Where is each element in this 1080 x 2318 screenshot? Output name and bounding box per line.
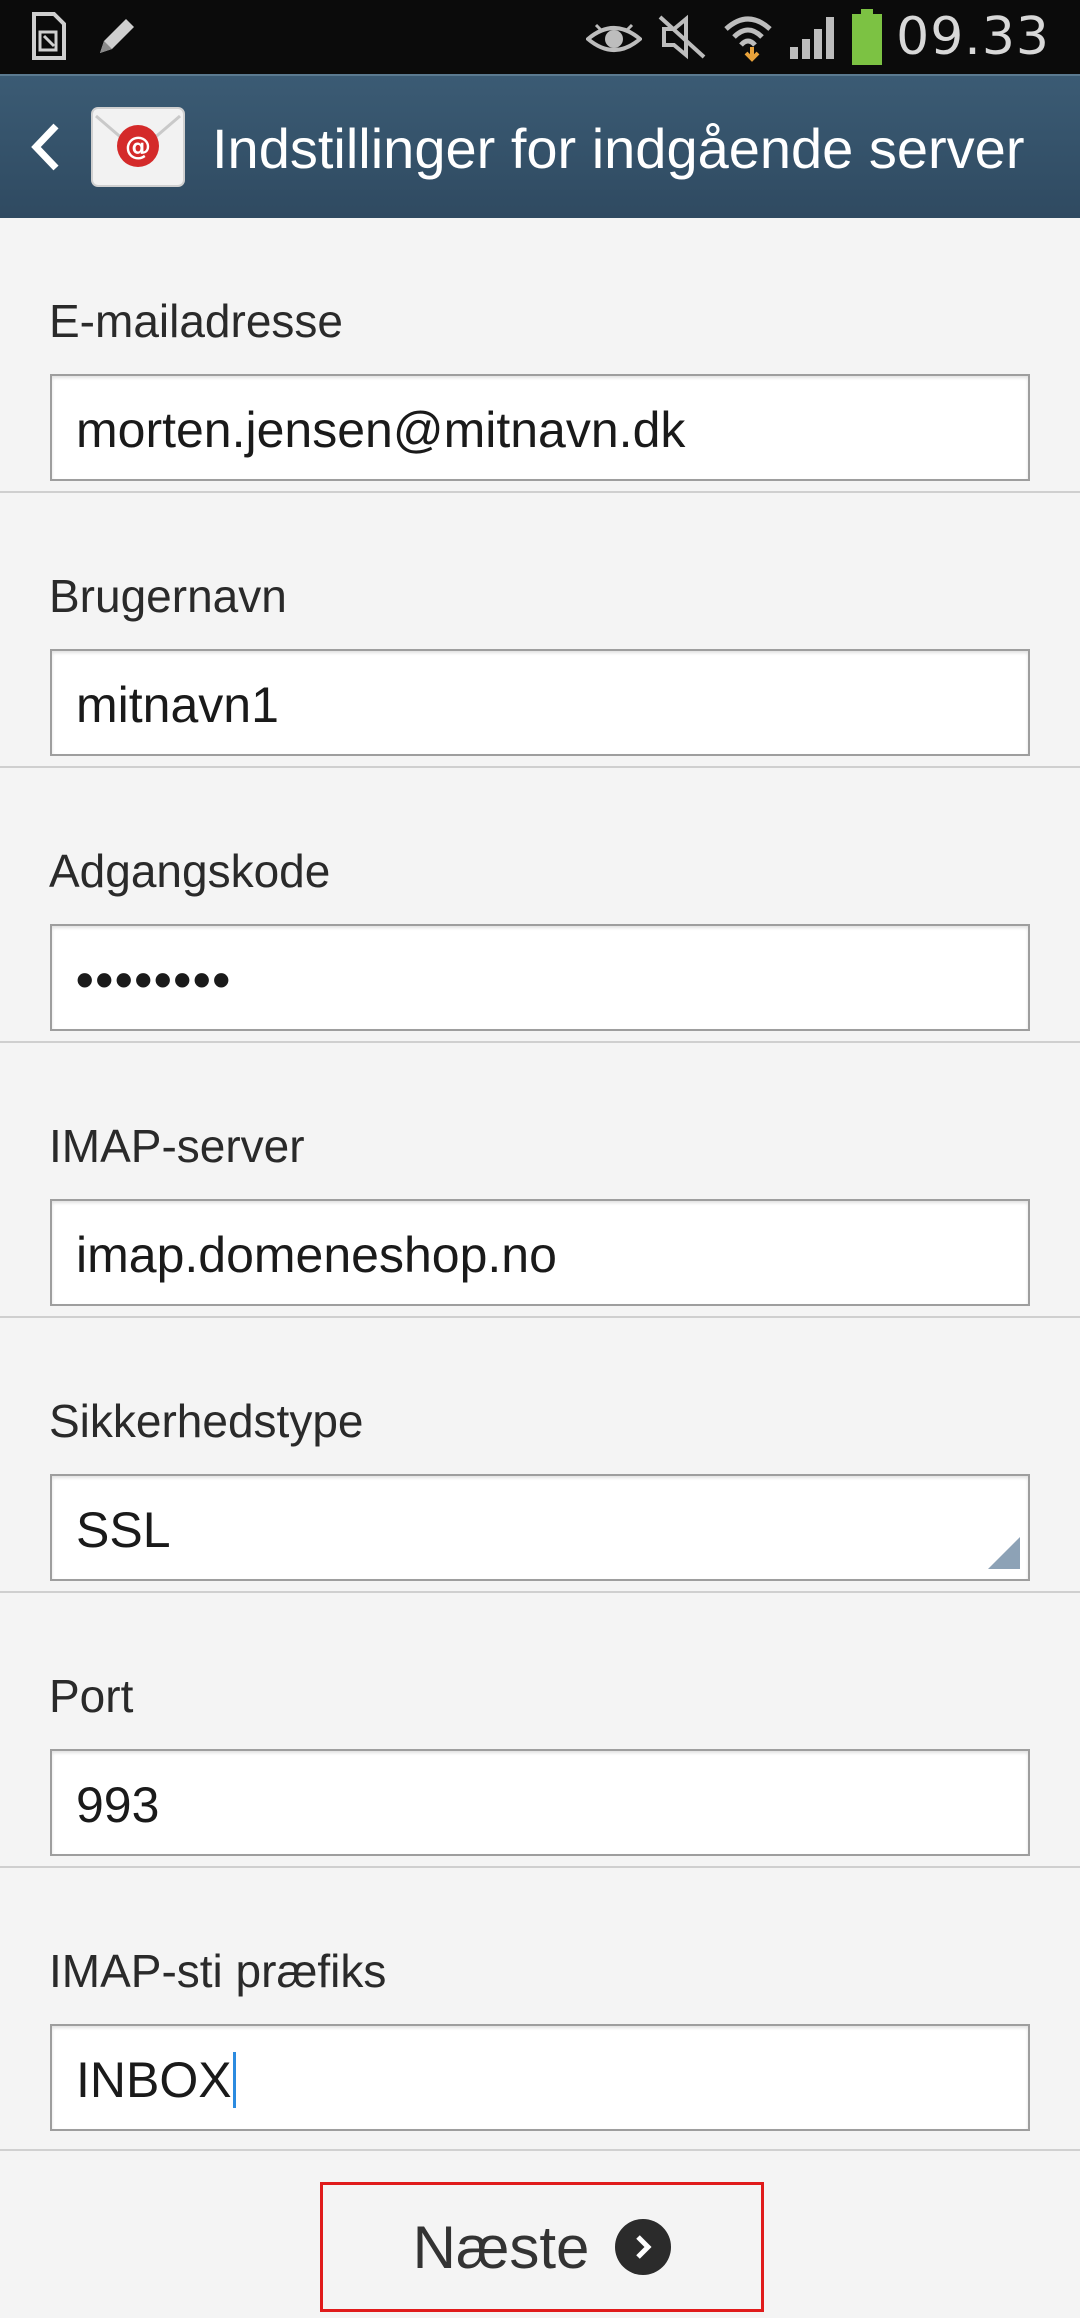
next-button[interactable]: Næste: [320, 2182, 764, 2312]
eye-icon: [586, 23, 643, 52]
password-field-group: Adgangskode ••••••••: [0, 768, 1080, 1043]
signal-icon: [790, 17, 835, 59]
username-label: Brugernavn: [49, 570, 287, 622]
imap-server-field-group: IMAP-server imap.domeneshop.no: [0, 1043, 1080, 1318]
incoming-server-form: E-mailadresse morten.jensen@mitnavn.dk B…: [0, 218, 1080, 2151]
security-type-select[interactable]: SSL: [50, 1474, 1030, 1581]
action-bar: @ Indstillinger for indgående server: [0, 74, 1080, 218]
screen-title: Indstillinger for indgående server: [212, 117, 1025, 180]
username-field-group: Brugernavn mitnavn1: [0, 493, 1080, 768]
port-value: 993: [76, 1777, 160, 1833]
system-icons: 09.33: [586, 0, 1050, 74]
password-value: ••••••••: [76, 952, 233, 1008]
text-cursor: [232, 2052, 236, 2108]
port-field[interactable]: 993: [50, 1749, 1030, 1856]
email-field[interactable]: morten.jensen@mitnavn.dk: [50, 374, 1030, 481]
status-time: 09.33: [896, 7, 1050, 67]
sim-card-icon: [32, 12, 66, 60]
chevron-left-icon[interactable]: [28, 122, 62, 172]
wifi-icon: [724, 16, 772, 62]
email-app-icon[interactable]: @: [90, 106, 186, 188]
email-value: morten.jensen@mitnavn.dk: [76, 402, 686, 458]
imap-path-prefix-value: INBOX: [76, 2052, 236, 2108]
password-field[interactable]: ••••••••: [50, 924, 1030, 1031]
imap-server-value: imap.domeneshop.no: [76, 1227, 557, 1283]
status-bar: 09.33: [0, 0, 1080, 74]
security-type-value: SSL: [76, 1502, 171, 1558]
imap-server-label: IMAP-server: [49, 1120, 305, 1172]
username-value: mitnavn1: [76, 677, 279, 733]
username-field[interactable]: mitnavn1: [50, 649, 1030, 756]
mute-icon: [658, 14, 706, 60]
port-label: Port: [49, 1670, 134, 1722]
security-type-label: Sikkerhedstype: [49, 1395, 364, 1447]
email-label: E-mailadresse: [49, 295, 343, 347]
dropdown-corner-icon: [988, 1537, 1020, 1569]
security-type-field-group: Sikkerhedstype SSL: [0, 1318, 1080, 1593]
imap-path-prefix-label: IMAP-sti præfiks: [49, 1945, 387, 1997]
imap-path-prefix-text: INBOX: [76, 2052, 232, 2108]
next-label: Næste: [412, 2213, 590, 2281]
edit-icon: [100, 19, 134, 53]
chevron-right-circle-icon: [615, 2219, 672, 2275]
imap-path-prefix-field[interactable]: INBOX: [50, 2024, 1030, 2131]
imap-server-field[interactable]: imap.domeneshop.no: [50, 1199, 1030, 1306]
battery-icon: [852, 9, 883, 65]
imap-path-prefix-field-group: IMAP-sti præfiks INBOX: [0, 1868, 1080, 2151]
password-label: Adgangskode: [49, 845, 331, 897]
bottom-bar: Næste: [0, 2176, 1080, 2318]
email-field-group: E-mailadresse morten.jensen@mitnavn.dk: [0, 218, 1080, 493]
port-field-group: Port 993: [0, 1593, 1080, 1868]
svg-text:@: @: [125, 132, 151, 162]
notification-icons: [30, 12, 140, 60]
